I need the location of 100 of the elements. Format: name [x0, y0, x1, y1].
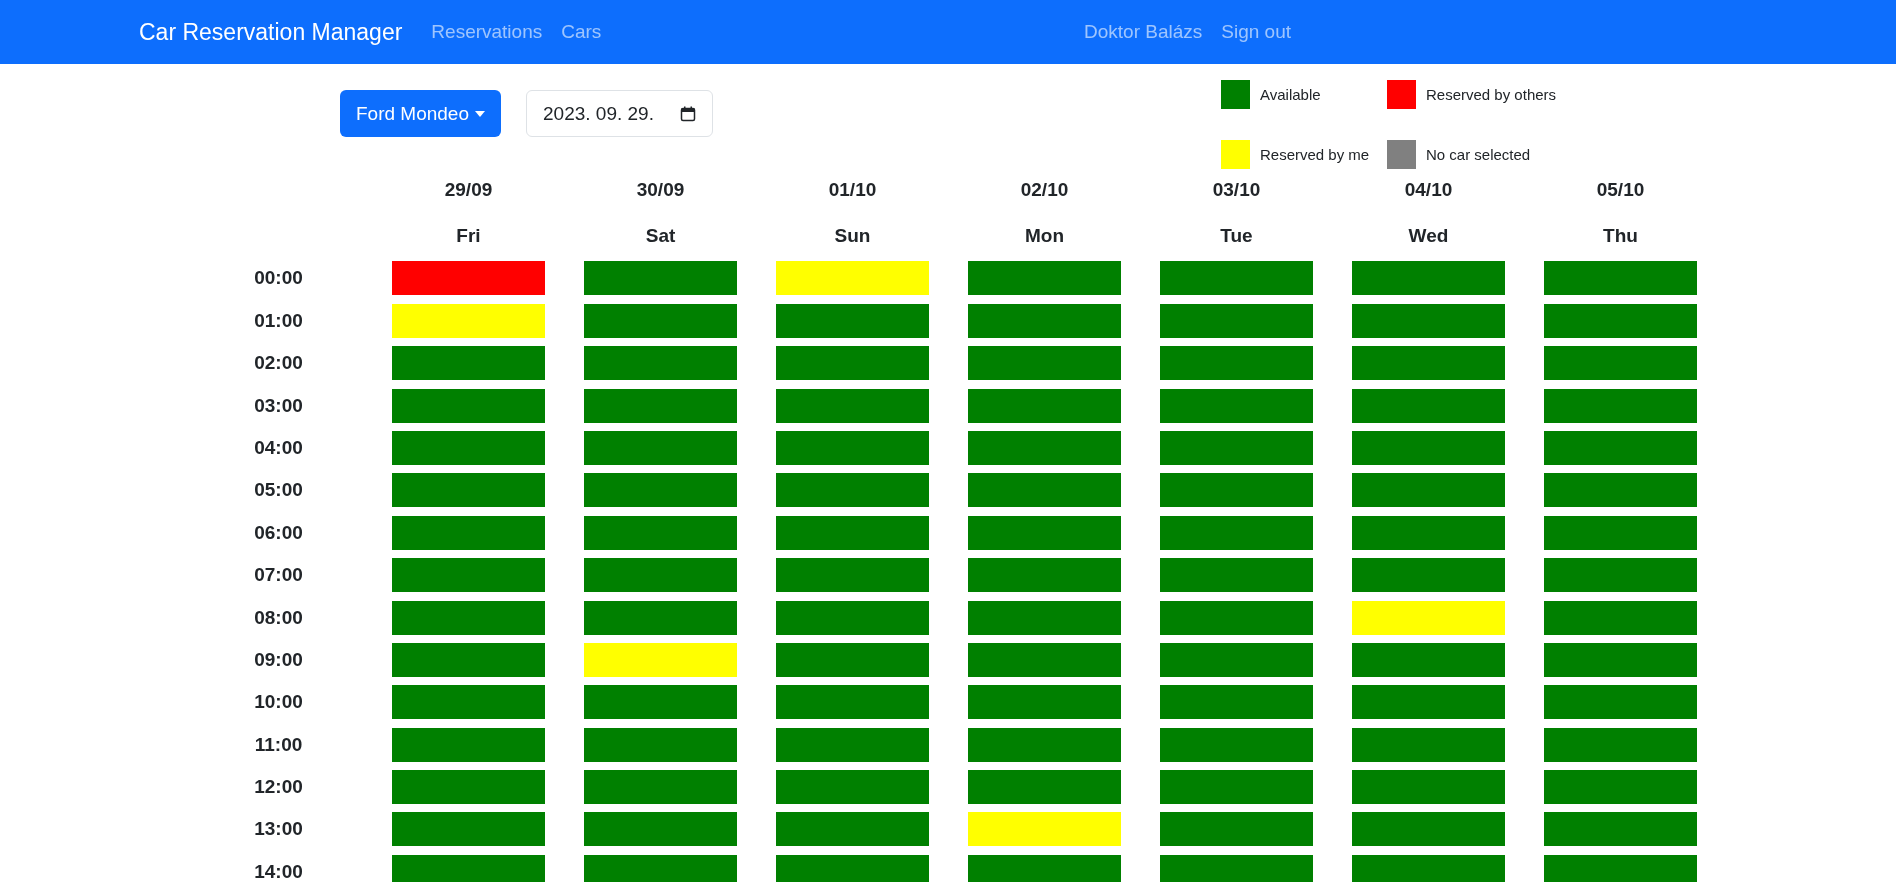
time-slot[interactable] [1544, 303, 1697, 338]
time-slot[interactable] [968, 515, 1121, 550]
time-slot[interactable] [1160, 261, 1313, 296]
time-slot[interactable] [1160, 727, 1313, 762]
time-slot[interactable] [1544, 727, 1697, 762]
time-slot[interactable] [392, 515, 545, 550]
brand-link[interactable]: Car Reservation Manager [139, 18, 403, 46]
time-slot[interactable] [1352, 430, 1505, 465]
time-slot[interactable] [776, 854, 929, 882]
time-slot[interactable] [968, 430, 1121, 465]
time-slot[interactable] [584, 600, 737, 635]
time-slot[interactable] [1352, 515, 1505, 550]
time-slot[interactable] [1160, 558, 1313, 593]
time-slot[interactable] [968, 261, 1121, 296]
nav-link[interactable]: Sign out [1221, 21, 1291, 43]
time-slot[interactable] [1544, 770, 1697, 805]
time-slot[interactable] [968, 642, 1121, 677]
time-slot[interactable] [1544, 515, 1697, 550]
time-slot[interactable] [968, 770, 1121, 805]
time-slot[interactable] [1160, 642, 1313, 677]
time-slot[interactable] [1352, 812, 1505, 847]
time-slot[interactable] [968, 854, 1121, 882]
time-slot[interactable] [776, 558, 929, 593]
time-slot[interactable] [776, 346, 929, 381]
time-slot[interactable] [584, 812, 737, 847]
time-slot[interactable] [1160, 770, 1313, 805]
time-slot[interactable] [584, 303, 737, 338]
time-slot[interactable] [1160, 515, 1313, 550]
time-slot[interactable] [968, 600, 1121, 635]
time-slot[interactable] [1160, 388, 1313, 423]
time-slot[interactable] [776, 388, 929, 423]
time-slot[interactable] [776, 685, 929, 720]
time-slot[interactable] [1544, 346, 1697, 381]
time-slot[interactable] [392, 346, 545, 381]
time-slot[interactable] [392, 812, 545, 847]
time-slot[interactable] [968, 346, 1121, 381]
time-slot[interactable] [1544, 558, 1697, 593]
time-slot[interactable] [392, 642, 545, 677]
time-slot[interactable] [968, 685, 1121, 720]
time-slot[interactable] [392, 430, 545, 465]
time-slot[interactable] [1544, 812, 1697, 847]
car-dropdown-button[interactable]: Ford Mondeo [340, 90, 501, 137]
time-slot[interactable] [584, 770, 737, 805]
time-slot[interactable] [1544, 473, 1697, 508]
time-slot[interactable] [968, 303, 1121, 338]
time-slot[interactable] [776, 430, 929, 465]
time-slot[interactable] [1544, 261, 1697, 296]
time-slot[interactable] [968, 388, 1121, 423]
time-slot[interactable] [1160, 685, 1313, 720]
time-slot[interactable] [584, 430, 737, 465]
time-slot[interactable] [1352, 303, 1505, 338]
time-slot[interactable] [776, 642, 929, 677]
time-slot[interactable] [1352, 558, 1505, 593]
time-slot[interactable] [776, 812, 929, 847]
nav-link[interactable]: Cars [561, 21, 602, 43]
time-slot[interactable] [1352, 473, 1505, 508]
time-slot[interactable] [584, 515, 737, 550]
time-slot[interactable] [584, 727, 737, 762]
time-slot[interactable] [1544, 854, 1697, 882]
time-slot[interactable] [1352, 770, 1505, 805]
time-slot[interactable] [1544, 685, 1697, 720]
time-slot[interactable] [776, 727, 929, 762]
time-slot[interactable] [1352, 642, 1505, 677]
time-slot[interactable] [1160, 303, 1313, 338]
time-slot[interactable] [1544, 642, 1697, 677]
time-slot[interactable] [968, 558, 1121, 593]
time-slot[interactable] [1352, 727, 1505, 762]
time-slot[interactable] [1160, 854, 1313, 882]
time-slot[interactable] [584, 346, 737, 381]
time-slot[interactable] [1544, 430, 1697, 465]
time-slot[interactable] [1352, 261, 1505, 296]
time-slot[interactable] [776, 303, 929, 338]
time-slot[interactable] [392, 854, 545, 882]
time-slot[interactable] [1160, 473, 1313, 508]
time-slot[interactable] [1352, 388, 1505, 423]
time-slot[interactable] [392, 770, 545, 805]
time-slot[interactable] [1160, 346, 1313, 381]
time-slot[interactable] [392, 473, 545, 508]
time-slot[interactable] [584, 388, 737, 423]
time-slot[interactable] [1544, 600, 1697, 635]
time-slot[interactable] [1160, 812, 1313, 847]
time-slot[interactable] [392, 685, 545, 720]
time-slot[interactable] [392, 261, 545, 296]
time-slot[interactable] [1352, 685, 1505, 720]
time-slot[interactable] [1160, 600, 1313, 635]
time-slot[interactable] [392, 388, 545, 423]
time-slot[interactable] [584, 261, 737, 296]
time-slot[interactable] [584, 558, 737, 593]
time-slot[interactable] [968, 727, 1121, 762]
time-slot[interactable] [584, 473, 737, 508]
time-slot[interactable] [1544, 388, 1697, 423]
nav-link[interactable]: Doktor Balázs [1084, 21, 1203, 43]
calendar-icon[interactable] [679, 105, 696, 122]
time-slot[interactable] [968, 473, 1121, 508]
time-slot[interactable] [1160, 430, 1313, 465]
time-slot[interactable] [584, 854, 737, 882]
time-slot[interactable] [776, 473, 929, 508]
nav-link[interactable]: Reservations [431, 21, 543, 43]
time-slot[interactable] [392, 558, 545, 593]
time-slot[interactable] [584, 685, 737, 720]
